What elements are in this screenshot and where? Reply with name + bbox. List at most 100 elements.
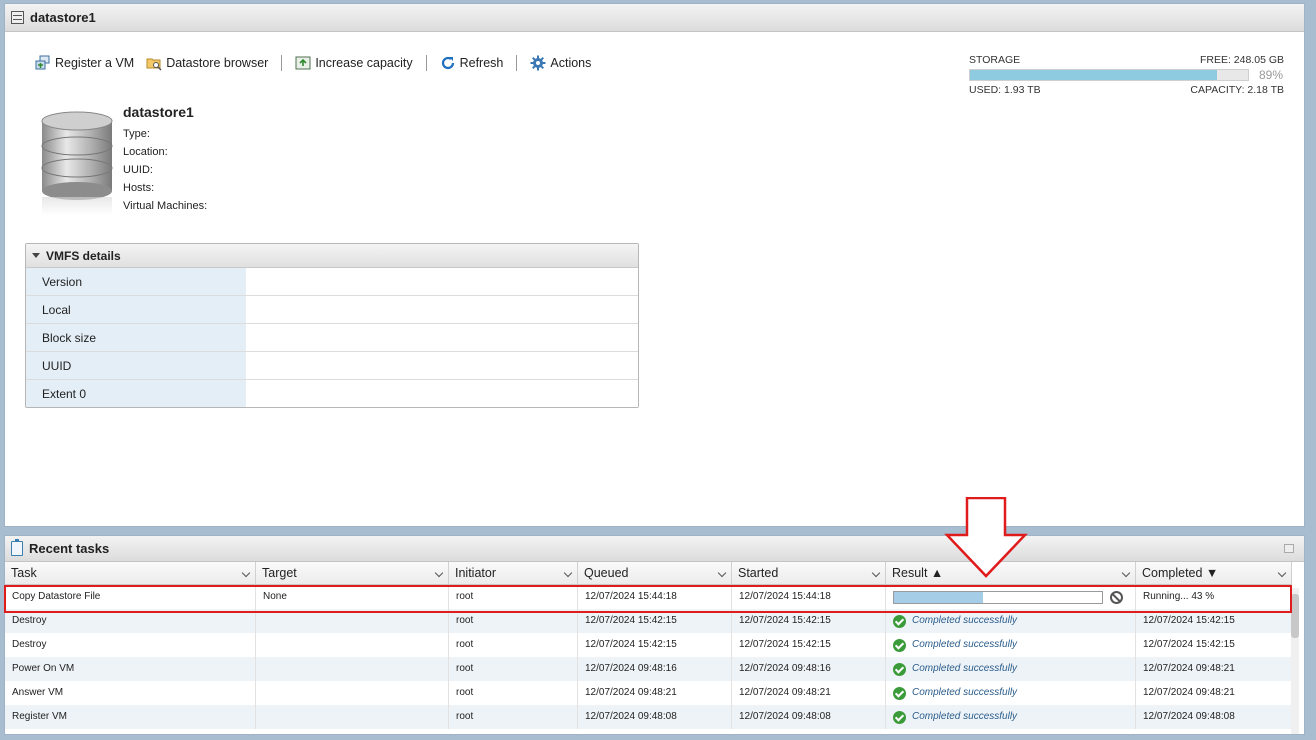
vmfs-row: Extent 0 [26, 380, 638, 407]
started-cell: 12/07/2024 15:42:15 [732, 633, 886, 657]
initiator-cell: root [449, 609, 578, 633]
gear-icon [530, 55, 546, 71]
check-circle-icon [893, 638, 906, 652]
scrollbar-thumb[interactable] [1291, 594, 1299, 638]
column-target[interactable]: Target [256, 562, 449, 584]
increase-capacity-button[interactable]: Increase capacity [289, 55, 418, 71]
vmfs-value [246, 352, 638, 379]
vmfs-key: Extent 0 [26, 380, 246, 407]
refresh-button[interactable]: Refresh [434, 55, 510, 71]
vmfs-row: Local [26, 296, 638, 324]
vmfs-key: Version [26, 268, 246, 295]
task-cell: Answer VM [5, 681, 256, 705]
datastore-info: datastore1 Type: Location: UUID: Hosts: … [123, 104, 207, 215]
completed-cell: Running... 43 % [1136, 585, 1292, 609]
column-task[interactable]: Task [5, 562, 256, 584]
queued-cell: 12/07/2024 09:48:08 [578, 705, 732, 729]
clipboard-icon [11, 539, 23, 556]
datastore-panel: datastore1 Register a VM Datastore brows… [4, 3, 1305, 527]
table-row[interactable]: Power On VM root 12/07/2024 09:48:16 12/… [5, 657, 1292, 681]
completed-cell: 12/07/2024 09:48:21 [1136, 681, 1292, 705]
started-cell: 12/07/2024 09:48:21 [732, 681, 886, 705]
cancel-icon[interactable] [1110, 590, 1123, 604]
panel-header: datastore1 [5, 4, 1304, 32]
chevron-down-icon[interactable] [717, 568, 727, 578]
storage-free: FREE: 248.05 GB [1199, 54, 1284, 66]
storage-label: STORAGE [969, 54, 1021, 66]
chevron-down-icon[interactable] [563, 568, 573, 578]
target-cell: None [256, 585, 449, 609]
started-cell: 12/07/2024 15:42:15 [732, 609, 886, 633]
initiator-cell: root [449, 657, 578, 681]
refresh-label: Refresh [459, 56, 504, 70]
queued-cell: 12/07/2024 09:48:16 [578, 657, 732, 681]
queued-cell: 12/07/2024 15:42:15 [578, 609, 732, 633]
column-label: Completed ▼ [1142, 566, 1219, 580]
maximize-icon[interactable] [1284, 544, 1294, 553]
column-started[interactable]: Started [732, 562, 886, 584]
chevron-down-icon[interactable] [871, 568, 881, 578]
vmfs-value [246, 296, 638, 323]
table-row[interactable]: Answer VM root 12/07/2024 09:48:21 12/07… [5, 681, 1292, 705]
recent-tasks-panel: Recent tasks Task Target Initiator Queue… [4, 535, 1305, 735]
initiator-cell: root [449, 585, 578, 609]
column-label: Task [11, 566, 37, 580]
vmfs-row: Block size [26, 324, 638, 352]
storage-percent: 89% [1259, 68, 1284, 82]
check-circle-icon [893, 686, 906, 700]
register-vm-button[interactable]: Register a VM [29, 55, 140, 71]
result-cell: Completed successfully [886, 609, 1136, 633]
datastore-browser-button[interactable]: Datastore browser [140, 55, 274, 71]
column-label: Result ▲ [892, 566, 944, 580]
datastore-icon [11, 11, 24, 24]
task-cell: Register VM [5, 705, 256, 729]
tasks-column-header: Task Target Initiator Queued Started Res… [5, 562, 1292, 585]
virtual-machines-label: Virtual Machines: [123, 200, 208, 212]
register-vm-icon [35, 55, 51, 71]
tasks-scrollbar[interactable] [1291, 588, 1299, 734]
vmfs-details-header[interactable]: VMFS details [26, 244, 638, 268]
actions-label: Actions [550, 56, 592, 70]
column-queued[interactable]: Queued [578, 562, 732, 584]
queued-cell: 12/07/2024 15:44:18 [578, 585, 732, 609]
table-row[interactable]: Register VM root 12/07/2024 09:48:08 12/… [5, 705, 1292, 729]
register-vm-label: Register a VM [55, 56, 135, 70]
folder-search-icon [146, 55, 162, 71]
started-cell: 12/07/2024 09:48:16 [732, 657, 886, 681]
chevron-down-icon[interactable] [1277, 568, 1287, 578]
chevron-down-icon[interactable] [1121, 568, 1131, 578]
hosts-label: Hosts: [123, 182, 155, 194]
task-cell: Power On VM [5, 657, 256, 681]
chevron-down-icon[interactable] [241, 568, 251, 578]
vmfs-key: Local [26, 296, 246, 323]
completed-cell: 12/07/2024 15:42:15 [1136, 609, 1292, 633]
target-cell [256, 609, 449, 633]
column-result[interactable]: Result ▲ [886, 562, 1136, 584]
actions-button[interactable]: Actions [524, 55, 597, 71]
started-cell: 12/07/2024 09:48:08 [732, 705, 886, 729]
toolbar: Register a VM Datastore browser Increase… [29, 54, 597, 72]
column-initiator[interactable]: Initiator [449, 562, 578, 584]
check-circle-icon [893, 614, 906, 628]
collapse-triangle-icon[interactable] [32, 253, 40, 258]
queued-cell: 12/07/2024 09:48:21 [578, 681, 732, 705]
table-row[interactable]: Copy Datastore File None root 12/07/2024… [5, 585, 1292, 609]
storage-used: USED: 1.93 TB [969, 84, 1041, 96]
completed-cell: 12/07/2024 15:42:15 [1136, 633, 1292, 657]
completed-cell: 12/07/2024 09:48:21 [1136, 657, 1292, 681]
started-cell: 12/07/2024 15:44:18 [732, 585, 886, 609]
vmfs-details-title: VMFS details [46, 248, 121, 263]
column-completed[interactable]: Completed ▼ [1136, 562, 1292, 584]
vmfs-key: UUID [26, 352, 246, 379]
result-text: Completed successfully [912, 663, 1018, 674]
vmfs-details-section: VMFS details Version Local Block size UU… [25, 243, 639, 408]
refresh-icon [440, 55, 456, 71]
tasks-table: Task Target Initiator Queued Started Res… [5, 562, 1292, 729]
result-text: Completed successfully [912, 615, 1018, 626]
table-row[interactable]: Destroy root 12/07/2024 15:42:15 12/07/2… [5, 609, 1292, 633]
chevron-down-icon[interactable] [434, 568, 444, 578]
panel-title: datastore1 [30, 10, 96, 25]
vmfs-row: UUID [26, 352, 638, 380]
storage-meter: STORAGE FREE: 248.05 GB 89% USED: 1.93 T… [969, 54, 1284, 96]
table-row[interactable]: Destroy root 12/07/2024 15:42:15 12/07/2… [5, 633, 1292, 657]
